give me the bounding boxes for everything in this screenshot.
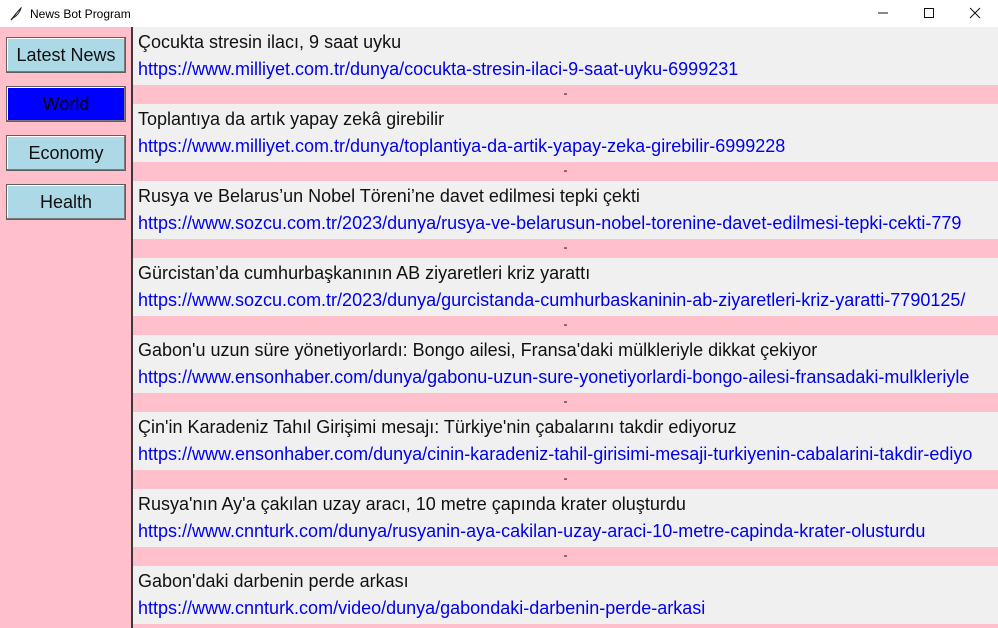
world-button[interactable]: World (6, 86, 126, 122)
separator: - (133, 547, 998, 566)
news-link[interactable]: https://www.cnnturk.com/video/dunya/gabo… (133, 595, 998, 624)
health-button[interactable]: Health (6, 184, 126, 220)
list-item: Çin'in Karadeniz Tahıl Girişimi mesajı: … (133, 412, 998, 489)
news-link[interactable]: https://www.milliyet.com.tr/dunya/toplan… (133, 133, 998, 162)
list-item: Toplantıya da artık yapay zekâ girebilir… (133, 104, 998, 181)
news-title: Çin'in Karadeniz Tahıl Girişimi mesajı: … (133, 412, 998, 441)
news-title: Rusya ve Belarus’un Nobel Töreni’ne dave… (133, 181, 998, 210)
minimize-button[interactable] (860, 0, 906, 25)
latest-news-button[interactable]: Latest News (6, 37, 126, 73)
news-title: Rusya'nın Ay'a çakılan uzay aracı, 10 me… (133, 489, 998, 518)
app-window: News Bot Program Latest News World Econo… (0, 0, 998, 628)
news-link[interactable]: https://www.milliyet.com.tr/dunya/cocukt… (133, 56, 998, 85)
list-item: Çocukta stresin ilacı, 9 saat uyku https… (133, 27, 998, 104)
news-title: Çocukta stresin ilacı, 9 saat uyku (133, 27, 998, 56)
news-link[interactable]: https://www.sozcu.com.tr/2023/dunya/rusy… (133, 210, 998, 239)
news-title: Gürcistan’da cumhurbaşkanının AB ziyaret… (133, 258, 998, 287)
category-sidebar: Latest News World Economy Health (0, 27, 133, 628)
list-item: Rusya ve Belarus’un Nobel Töreni’ne dave… (133, 181, 998, 258)
close-icon (969, 7, 981, 18)
close-button[interactable] (952, 0, 998, 25)
separator: - (133, 470, 998, 489)
minimize-icon (878, 12, 888, 13)
title-bar[interactable]: News Bot Program (0, 0, 998, 27)
economy-button[interactable]: Economy (6, 135, 126, 171)
news-title: Gabon'daki darbenin perde arkası (133, 566, 998, 595)
list-item: Gabon'u uzun süre yönetiyorlardı: Bongo … (133, 335, 998, 412)
window-controls (860, 0, 998, 27)
list-item: Gürcistan’da cumhurbaşkanının AB ziyaret… (133, 258, 998, 335)
maximize-button[interactable] (906, 0, 952, 25)
news-title: Toplantıya da artık yapay zekâ girebilir (133, 104, 998, 133)
separator: - (133, 316, 998, 335)
news-title: Gabon'u uzun süre yönetiyorlardı: Bongo … (133, 335, 998, 364)
separator: - (133, 239, 998, 258)
news-link[interactable]: https://www.sozcu.com.tr/2023/dunya/gurc… (133, 287, 998, 316)
news-list: Çocukta stresin ilacı, 9 saat uyku https… (133, 27, 998, 628)
maximize-icon (924, 7, 934, 18)
news-link[interactable]: https://www.ensonhaber.com/dunya/cinin-k… (133, 441, 998, 470)
list-item: Gabon'daki darbenin perde arkası https:/… (133, 566, 998, 628)
news-link[interactable]: https://www.cnnturk.com/dunya/rusyanin-a… (133, 518, 998, 547)
separator: - (133, 85, 998, 104)
separator: - (133, 624, 998, 628)
feather-icon (8, 6, 24, 22)
separator: - (133, 162, 998, 181)
window-title: News Bot Program (30, 6, 131, 21)
list-item: Rusya'nın Ay'a çakılan uzay aracı, 10 me… (133, 489, 998, 566)
separator: - (133, 393, 998, 412)
news-link[interactable]: https://www.ensonhaber.com/dunya/gabonu-… (133, 364, 998, 393)
